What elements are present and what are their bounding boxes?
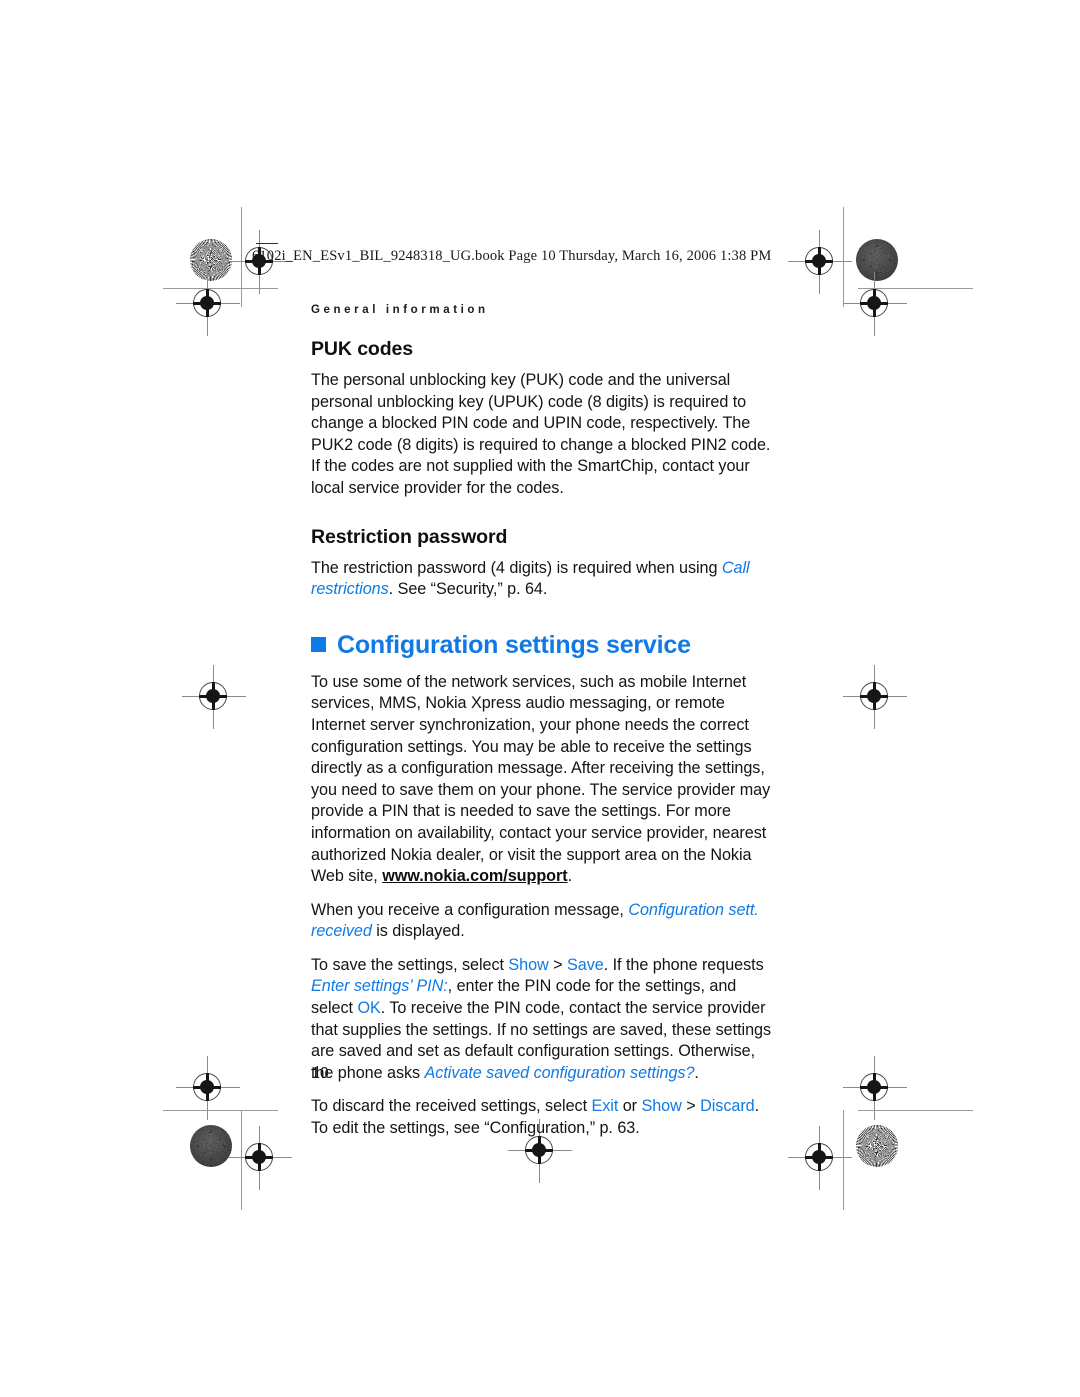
text-fragment: > — [548, 955, 568, 974]
ui-term-enter-settings-pin: Enter settings’ PIN: — [311, 977, 448, 996]
text-fragment: . — [694, 1063, 699, 1082]
header-rule — [256, 243, 278, 244]
paragraph-message-received: When you receive a configuration message… — [311, 900, 773, 943]
page-number: 10 — [311, 1065, 329, 1082]
ui-term-activate-saved-configuration-settings: Activate saved configuration settings? — [424, 1063, 695, 1082]
heading-restriction-password: Restriction password — [311, 525, 508, 548]
trim-line-lower-right-horizontal — [858, 1110, 973, 1111]
ui-term-ok: OK — [357, 999, 381, 1018]
text-fragment: To save the settings, select — [311, 955, 509, 974]
text-fragment: or — [618, 1097, 642, 1116]
text-fragment: is displayed. — [371, 922, 465, 941]
text-fragment: To discard the received settings, select — [311, 1097, 592, 1116]
registration-mark-middle-right — [843, 665, 907, 729]
text-fragment: . — [567, 867, 573, 886]
paragraph-configuration-intro: To use some of the network services, suc… — [311, 672, 773, 888]
rosette-target-top-left — [190, 239, 232, 281]
page-content: General information PUK codes The person… — [311, 304, 773, 1152]
ui-term-save: Save — [567, 955, 604, 974]
trim-line-upper-left-horizontal — [163, 288, 278, 289]
trim-line-bottom-right-vertical — [843, 1110, 844, 1210]
registration-mark-upper-left — [176, 272, 240, 336]
paragraph-edit-settings: To edit the settings, see “Configuration… — [311, 1119, 640, 1138]
text-fragment: > — [681, 1097, 701, 1116]
rosette-target-bottom-right — [856, 1125, 898, 1167]
text-fragment: . See “Security,” p. 64. — [388, 580, 548, 599]
registration-mark-lower-right — [843, 1056, 907, 1120]
text-fragment: To use some of the network services, suc… — [311, 672, 771, 886]
trim-line-lower-left-horizontal — [163, 1110, 278, 1111]
registration-mark-upper-right — [843, 272, 907, 336]
trim-line-top-right-vertical — [843, 207, 844, 307]
ui-term-discard: Discard — [700, 1097, 755, 1116]
text-fragment: . If the phone requests — [603, 955, 764, 974]
trim-line-bottom-left-vertical — [241, 1110, 242, 1210]
paragraph-save-settings: To save the settings, select Show > Save… — [311, 955, 773, 1085]
trim-line-top-left-vertical — [241, 207, 242, 307]
registration-mark-top-right — [788, 230, 852, 294]
heading-configuration-settings-service: Configuration settings service — [311, 631, 773, 660]
rosette-target-bottom-left — [190, 1125, 232, 1167]
heading-puk-codes: PUK codes — [311, 338, 414, 360]
registration-mark-bottom-left — [228, 1126, 292, 1190]
text-fragment: The restriction password (4 digits) is r… — [311, 558, 722, 577]
ui-term-show: Show — [508, 955, 549, 974]
paragraph-discard-settings: To discard the received settings, select… — [311, 1096, 773, 1118]
book-file-header: 6102i_EN_ESv1_BIL_9248318_UG.book Page 1… — [252, 243, 772, 265]
paragraph-restriction-password: The restriction password (4 digits) is r… — [311, 558, 773, 601]
square-bullet-icon — [311, 636, 326, 652]
ui-term-exit: Exit — [591, 1097, 619, 1116]
registration-mark-bottom-right — [788, 1126, 852, 1190]
link-nokia-support[interactable]: www.nokia.com/support — [382, 867, 567, 885]
text-fragment: When you receive a configuration message… — [311, 900, 629, 919]
book-file-header-text: 6102i_EN_ESv1_BIL_9248318_UG.book Page 1… — [252, 248, 772, 264]
ui-term-show-discard: Show — [641, 1097, 682, 1116]
registration-mark-middle-left — [182, 665, 246, 729]
chapter-title-text: Configuration settings service — [337, 630, 691, 659]
text-fragment: . — [754, 1097, 760, 1116]
rosette-target-top-right — [856, 239, 898, 281]
paragraph-puk-codes: The personal unblocking key (PUK) code a… — [311, 371, 771, 497]
trim-line-upper-right-horizontal — [858, 288, 973, 289]
registration-mark-lower-left — [176, 1056, 240, 1120]
running-head: General information — [311, 304, 489, 316]
